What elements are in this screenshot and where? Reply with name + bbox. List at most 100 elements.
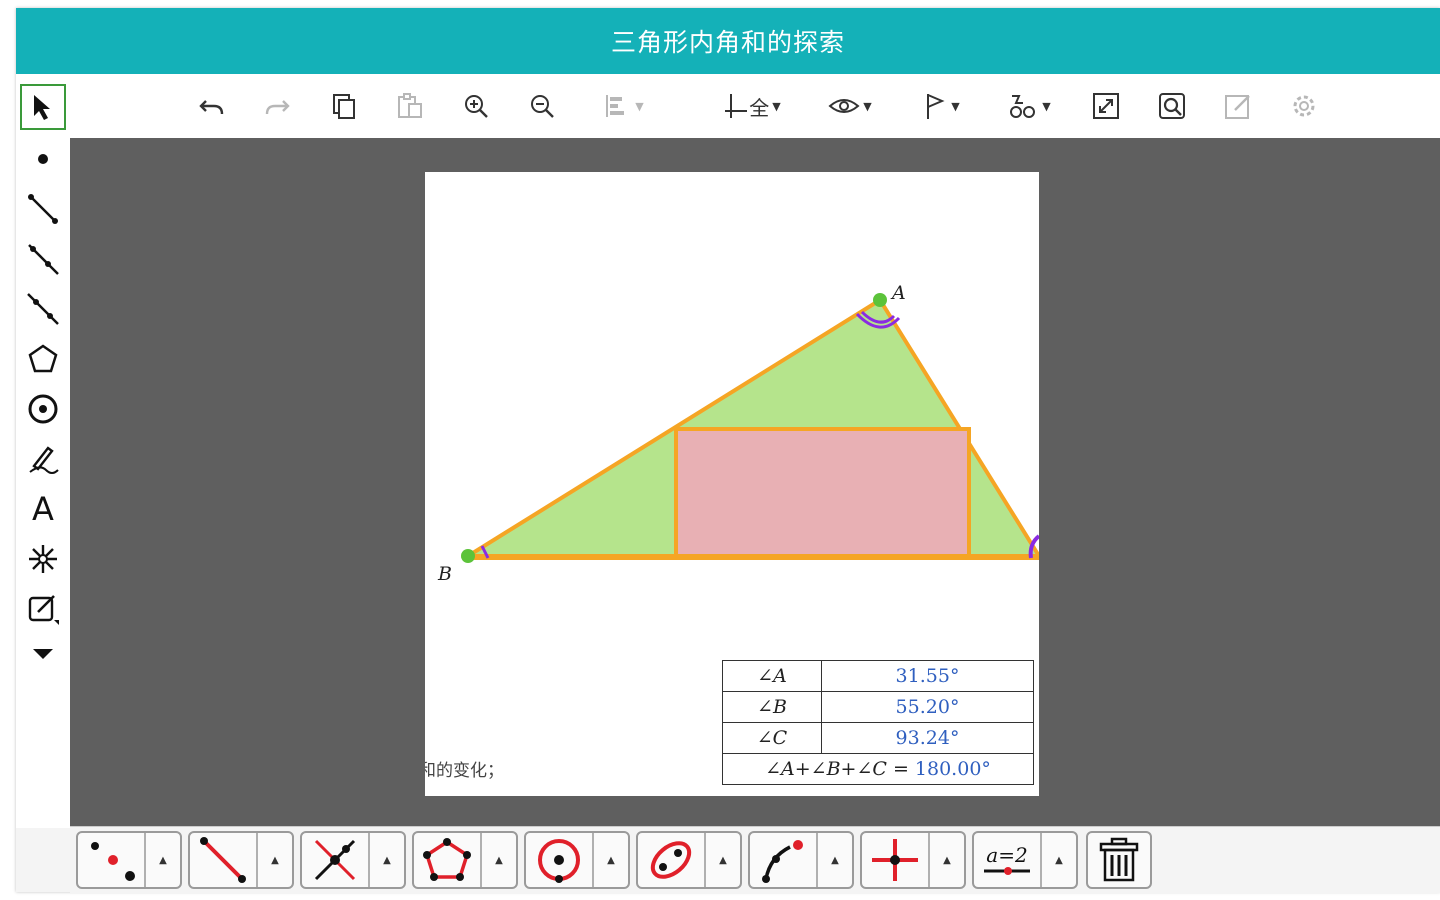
- edit-area-tool[interactable]: [20, 586, 66, 632]
- dropdown-caret-icon: ▼: [772, 99, 781, 113]
- inscribed-rectangle[interactable]: [674, 427, 971, 558]
- expand-caret-icon[interactable]: ▲: [146, 833, 180, 887]
- bottom-toolbar: ▲ ▲ ▲ ▲ ▲ ▲ ▲ ▲ a=2 ▲: [70, 826, 1440, 893]
- text-tool[interactable]: A: [20, 486, 66, 532]
- circle-group[interactable]: ▲: [524, 831, 630, 889]
- edit-button[interactable]: [1220, 88, 1256, 124]
- table-row: ∠C 93.24°: [722, 722, 1034, 754]
- more-chevron-icon: [33, 649, 53, 659]
- expand-caret-icon[interactable]: ▲: [818, 833, 852, 887]
- coordinate-button[interactable]: 全 ▼: [712, 88, 792, 124]
- point-tool[interactable]: [20, 136, 66, 182]
- window-title: 三角形内角和的探索: [610, 28, 845, 57]
- select-tool[interactable]: [20, 84, 66, 130]
- eye-icon: [828, 99, 860, 113]
- angle-measure-table[interactable]: ∠A 31.55° ∠B 55.20° ∠C 93.24° ∠A+∠B+∠C =…: [722, 660, 1034, 785]
- expand-caret-icon[interactable]: ▲: [930, 833, 964, 887]
- intersect-group[interactable]: ▲: [300, 831, 406, 889]
- left-tool-column: A: [16, 74, 70, 828]
- ray-icon: [28, 244, 59, 275]
- delete-button[interactable]: [1086, 831, 1152, 889]
- circle-icon: [538, 839, 580, 883]
- angle-sum-label: ∠A+∠B+∠C =: [765, 758, 909, 780]
- paste-button[interactable]: [392, 88, 428, 124]
- point-b[interactable]: [461, 549, 475, 563]
- table-row: ∠B 55.20°: [722, 691, 1034, 723]
- redo-button[interactable]: [259, 88, 295, 124]
- dropdown-caret-icon: ▼: [863, 99, 872, 113]
- fullscreen-icon: [1093, 93, 1119, 119]
- align-icon: [606, 95, 625, 117]
- polygon-icon: [28, 344, 58, 373]
- app-window: 三角形内角和的探索 ▼ 全 ▼ ▼ ▼ ▼ A A B ∠A 31.55° ∠B…: [16, 8, 1440, 893]
- point-a[interactable]: [873, 293, 887, 307]
- drawing-canvas[interactable]: A B ∠A 31.55° ∠B 55.20° ∠C 93.24° ∠A+∠B+…: [70, 138, 1440, 828]
- angle-value: 93.24°: [821, 722, 1034, 754]
- points-icon: [91, 842, 135, 881]
- top-toolbar: ▼ 全 ▼ ▼ ▼ ▼: [16, 74, 1440, 139]
- visibility-button[interactable]: ▼: [820, 88, 880, 124]
- flag-icon: [927, 94, 945, 119]
- more-tools-button[interactable]: [20, 636, 66, 672]
- zoom-in-button[interactable]: [458, 88, 494, 124]
- point-group[interactable]: ▲: [76, 831, 182, 889]
- segment-icon: [28, 194, 58, 224]
- edit-area-icon: [28, 595, 59, 625]
- transform-group[interactable]: ▲: [860, 831, 966, 889]
- pen-tool[interactable]: [20, 436, 66, 482]
- zoom-out-icon: [531, 95, 554, 118]
- expand-caret-icon[interactable]: ▲: [706, 833, 740, 887]
- point-icon: [38, 154, 48, 164]
- text-icon: A: [32, 490, 54, 528]
- expand-caret-icon[interactable]: ▲: [482, 833, 516, 887]
- expand-caret-icon[interactable]: ▲: [258, 833, 292, 887]
- ellipse-icon: [650, 841, 692, 879]
- angle-label: ∠B: [722, 691, 822, 723]
- burst-icon: [29, 545, 57, 573]
- zoom-out-button[interactable]: [524, 88, 560, 124]
- angle-sum-value: 180.00°: [914, 758, 991, 780]
- expand-caret-icon[interactable]: ▲: [370, 833, 404, 887]
- arc-icon: [762, 840, 803, 883]
- transform-icon: [872, 839, 918, 881]
- segment-group[interactable]: ▲: [188, 831, 294, 889]
- animation-button[interactable]: ▼: [998, 88, 1060, 124]
- flag-button[interactable]: ▼: [911, 88, 971, 124]
- undo-icon: [199, 100, 224, 115]
- expand-caret-icon[interactable]: ▲: [1042, 833, 1076, 887]
- polygon-group[interactable]: ▲: [412, 831, 518, 889]
- table-row: ∠A+∠B+∠C = 180.00°: [722, 753, 1034, 785]
- settings-button[interactable]: [1286, 88, 1322, 124]
- coordinate-icon: [725, 94, 748, 118]
- point-b-label: B: [437, 563, 452, 585]
- paste-icon: [398, 93, 422, 118]
- trash-icon: [1099, 837, 1139, 882]
- copy-button[interactable]: [326, 88, 362, 124]
- copy-icon: [333, 94, 355, 119]
- line-tool[interactable]: [20, 286, 66, 332]
- align-button[interactable]: ▼: [590, 88, 656, 124]
- measure-group[interactable]: a=2 ▲: [972, 831, 1078, 889]
- polygon-icon: [423, 838, 471, 881]
- arc-group[interactable]: ▲: [748, 831, 854, 889]
- zoom-in-icon: [465, 95, 488, 118]
- search-button[interactable]: [1154, 88, 1190, 124]
- redo-icon: [265, 100, 290, 115]
- expand-caret-icon[interactable]: ▲: [594, 833, 628, 887]
- drawing-sheet[interactable]: A B ∠A 31.55° ∠B 55.20° ∠C 93.24° ∠A+∠B+…: [425, 172, 1039, 796]
- title-bar: 三角形内角和的探索: [16, 8, 1440, 74]
- intersect-icon: [314, 839, 356, 881]
- fullscreen-button[interactable]: [1088, 88, 1124, 124]
- partial-instruction-text: 和的变化；: [425, 761, 504, 781]
- pen-icon: [29, 446, 59, 474]
- burst-tool[interactable]: [20, 536, 66, 582]
- angle-label: ∠A: [722, 660, 822, 692]
- undo-button[interactable]: [194, 88, 230, 124]
- polygon-tool[interactable]: [20, 336, 66, 382]
- table-row: ∠A 31.55°: [722, 660, 1034, 692]
- circle-tool[interactable]: [20, 386, 66, 432]
- segment-tool[interactable]: [20, 186, 66, 232]
- ray-tool[interactable]: [20, 236, 66, 282]
- dropdown-caret-icon: ▼: [1042, 99, 1051, 113]
- conic-group[interactable]: ▲: [636, 831, 742, 889]
